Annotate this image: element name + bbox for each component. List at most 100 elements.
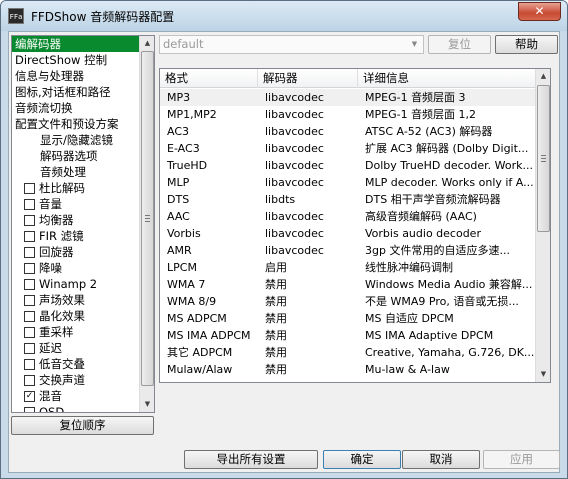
cancel-button[interactable]: 取消: [402, 450, 480, 469]
tree-item-checkbox[interactable]: [24, 231, 35, 242]
tree-item[interactable]: 音量: [12, 196, 140, 212]
tree-item-checkbox[interactable]: [24, 375, 35, 386]
tree-item[interactable]: FIR 滤镜: [12, 228, 140, 244]
table-row[interactable]: MP3 libavcodec MPEG-1 音频层面 3: [160, 89, 536, 106]
cell-format: AC3: [167, 125, 190, 138]
tree-item[interactable]: DirectShow 控制: [12, 52, 140, 68]
scroll-up-arrow-icon[interactable]: ▲: [536, 69, 550, 84]
table-row[interactable]: Vorbis libavcodec Vorbis audio decoder: [160, 225, 536, 242]
tree-item[interactable]: 编解码器: [12, 36, 140, 52]
scroll-down-arrow-icon[interactable]: ▼: [536, 367, 550, 382]
tree-item[interactable]: OSD: [12, 404, 140, 412]
tree-item[interactable]: 晶化效果: [12, 308, 140, 324]
tree-item-checkbox[interactable]: [24, 343, 35, 354]
table-row[interactable]: E-AC3 libavcodec 扩展 AC3 解码器 (Dolby Digit..…: [160, 140, 536, 157]
cell-decoder[interactable]: libavcodec: [258, 157, 358, 174]
cell-decoder[interactable]: libavcodec: [258, 225, 358, 242]
cell-decoder[interactable]: 禁用: [258, 276, 358, 293]
column-header-format[interactable]: 格式: [160, 69, 258, 88]
preset-dropdown[interactable]: default ▼: [159, 35, 424, 54]
cell-decoder[interactable]: libavcodec: [258, 106, 358, 123]
table-row[interactable]: MLP libavcodec MLP decoder. Works only if …: [160, 174, 536, 191]
table-row[interactable]: Mulaw/Alaw 禁用 Mu-law & A-law: [160, 361, 536, 378]
tree-item-checkbox[interactable]: ✓: [24, 391, 35, 402]
tree-item-checkbox[interactable]: [24, 407, 35, 412]
help-button[interactable]: 帮助: [495, 35, 558, 54]
cell-decoder[interactable]: libdts: [258, 191, 358, 208]
export-all-settings-button[interactable]: 导出所有设置: [184, 450, 318, 469]
tree-item[interactable]: 回旋器: [12, 244, 140, 260]
tree-item-checkbox[interactable]: [24, 359, 35, 370]
ok-button[interactable]: 确定: [323, 450, 401, 469]
tree-item[interactable]: 信息与处理器: [12, 68, 140, 84]
tree-item[interactable]: 配置文件和预设方案: [12, 116, 140, 132]
table-row[interactable]: MS IMA ADPCM 禁用 MS IMA Adaptive DPCM: [160, 327, 536, 344]
table-scrollbar[interactable]: ▲ ▼: [535, 69, 550, 382]
cell-decoder[interactable]: libavcodec: [258, 208, 358, 225]
tree-item[interactable]: ✓ 混音: [12, 388, 140, 404]
tree-item-checkbox[interactable]: [24, 327, 35, 338]
table-row[interactable]: MS ADPCM 禁用 MS 自适应 DPCM: [160, 310, 536, 327]
tree-item-checkbox[interactable]: [24, 263, 35, 274]
tree-item-label: 音频流切换: [15, 101, 73, 115]
column-header-details[interactable]: 详细信息: [358, 69, 536, 88]
tree-item[interactable]: 延迟: [12, 340, 140, 356]
table-row[interactable]: 其它 ADPCM 禁用 Creative, Yamaha, G.726, DK...: [160, 344, 536, 361]
cell-decoder[interactable]: 禁用: [258, 310, 358, 327]
table-row[interactable]: AC3 libavcodec ATSC A-52 (AC3) 解码器: [160, 123, 536, 140]
cell-decoder[interactable]: 禁用: [258, 361, 358, 378]
tree-item[interactable]: 解码器选项: [12, 148, 140, 164]
tree-item[interactable]: 降噪: [12, 260, 140, 276]
tree-item-checkbox[interactable]: [24, 279, 35, 290]
tree-item-checkbox[interactable]: [24, 215, 35, 226]
tree-item-checkbox[interactable]: [24, 311, 35, 322]
tree-item[interactable]: 图标,对话框和路径: [12, 84, 140, 100]
apply-button[interactable]: 应用: [483, 450, 560, 469]
reset-preset-button[interactable]: 复位: [428, 35, 491, 54]
column-header-decoder[interactable]: 解码器: [258, 69, 358, 88]
table-row[interactable]: TrueHD libavcodec Dolby TrueHD decoder. Wo…: [160, 157, 536, 174]
tree-item[interactable]: 杜比解码: [12, 180, 140, 196]
table-row[interactable]: AMR libavcodec 3gp 文件常用的自适应多速...: [160, 242, 536, 259]
tree-item[interactable]: 重采样: [12, 324, 140, 340]
tree-item-checkbox[interactable]: [24, 183, 35, 194]
tree-item[interactable]: 声场效果: [12, 292, 140, 308]
tree-item[interactable]: 音频流切换: [12, 100, 140, 116]
cell-decoder[interactable]: 启用: [258, 259, 358, 276]
chevron-down-icon[interactable]: ▼: [408, 37, 421, 52]
tree-item[interactable]: 交换声道: [12, 372, 140, 388]
tree-item[interactable]: 均衡器: [12, 212, 140, 228]
tree-item-label: 图标,对话框和路径: [15, 85, 111, 99]
close-button[interactable]: ✕: [518, 2, 561, 21]
reset-order-button[interactable]: 复位顺序: [11, 416, 154, 435]
table-row[interactable]: WMA 8/9 禁用 不是 WMA9 Pro, 语音或无损...: [160, 293, 536, 310]
table-row[interactable]: LPCM 启用 线性脉冲编码调制: [160, 259, 536, 276]
tree-scroll-thumb[interactable]: [141, 51, 154, 386]
table-row[interactable]: WMA 7 禁用 Windows Media Audio 兼容解...: [160, 276, 536, 293]
cell-format: MLP: [167, 176, 190, 189]
cell-decoder[interactable]: libavcodec: [258, 123, 358, 140]
cell-decoder[interactable]: libavcodec: [258, 242, 358, 259]
scroll-up-arrow-icon[interactable]: ▲: [140, 36, 154, 51]
table-row[interactable]: MP1,MP2 libavcodec MPEG-1 音频层面 1,2: [160, 106, 536, 123]
cell-decoder[interactable]: libavcodec: [258, 89, 358, 106]
title-bar[interactable]: FFa FFDShow 音频解码器配置 ✕: [1, 1, 567, 31]
table-row[interactable]: AAC libavcodec 高级音频编解码 (AAC): [160, 208, 536, 225]
cell-decoder[interactable]: 禁用: [258, 327, 358, 344]
tree-item[interactable]: 音频处理: [12, 164, 140, 180]
settings-tree[interactable]: 编解码器 DirectShow 控制 信息与处理器 图标,对话框和路径 音频流切换 配置文…: [11, 35, 155, 413]
cell-decoder[interactable]: libavcodec: [258, 140, 358, 157]
cell-decoder[interactable]: 禁用: [258, 344, 358, 361]
tree-item[interactable]: 低音交叠: [12, 356, 140, 372]
tree-item[interactable]: 显示/隐藏滤镜: [12, 132, 140, 148]
scroll-down-arrow-icon[interactable]: ▼: [140, 397, 154, 412]
table-scroll-thumb[interactable]: [537, 85, 550, 232]
tree-item-checkbox[interactable]: [24, 295, 35, 306]
tree-scrollbar[interactable]: ▲ ▼: [139, 36, 154, 412]
tree-item[interactable]: Winamp 2: [12, 276, 140, 292]
cell-decoder[interactable]: 禁用: [258, 293, 358, 310]
table-row[interactable]: DTS libdts DTS 相干声学音频流解码器: [160, 191, 536, 208]
cell-decoder[interactable]: libavcodec: [258, 174, 358, 191]
tree-item-checkbox[interactable]: [24, 199, 35, 210]
tree-item-checkbox[interactable]: [24, 247, 35, 258]
